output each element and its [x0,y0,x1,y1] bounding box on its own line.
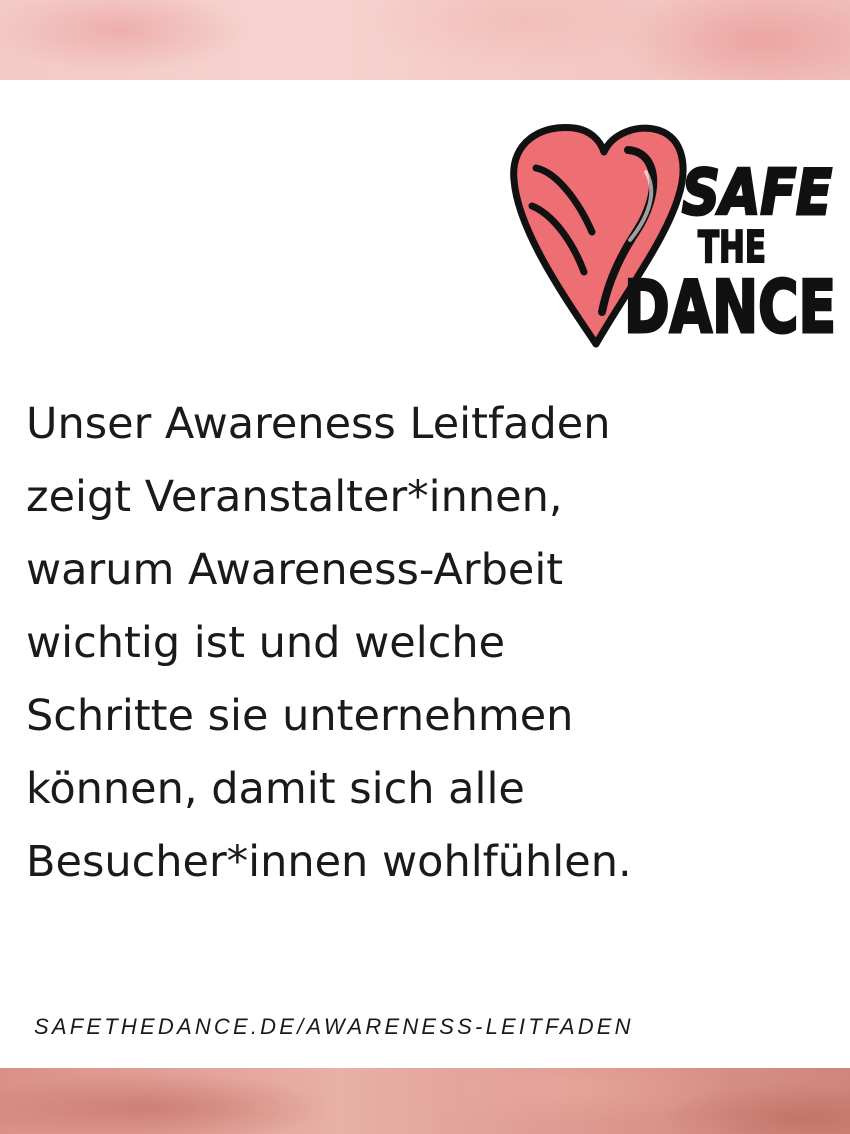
message-line: Schritte sie unternehmen [26,691,574,741]
message-line: warum Awareness-Arbeit [26,545,564,595]
awareness-message: Unser Awareness Leitfaden zeigt Veransta… [26,388,826,899]
message-line: Besucher*innen wohlfühlen. [26,837,632,887]
logo-word-dance: DANCE [624,265,836,348]
message-line: wichtig ist und welche [26,618,506,668]
bottom-decor-band [0,1068,850,1134]
message-line: Unser Awareness Leitfaden [26,399,611,449]
message-line: zeigt Veranstalter*innen, [26,472,563,522]
website-url-link[interactable]: SAFETHEDANCE.DE/AWARENESS-LEITFADEN [34,1014,814,1040]
logo-word-safe: SAFE [682,156,832,229]
message-line: können, damit sich alle [26,764,525,814]
top-decor-band [0,0,850,80]
safe-the-dance-logo: SAFE THE DANCE [510,123,838,348]
